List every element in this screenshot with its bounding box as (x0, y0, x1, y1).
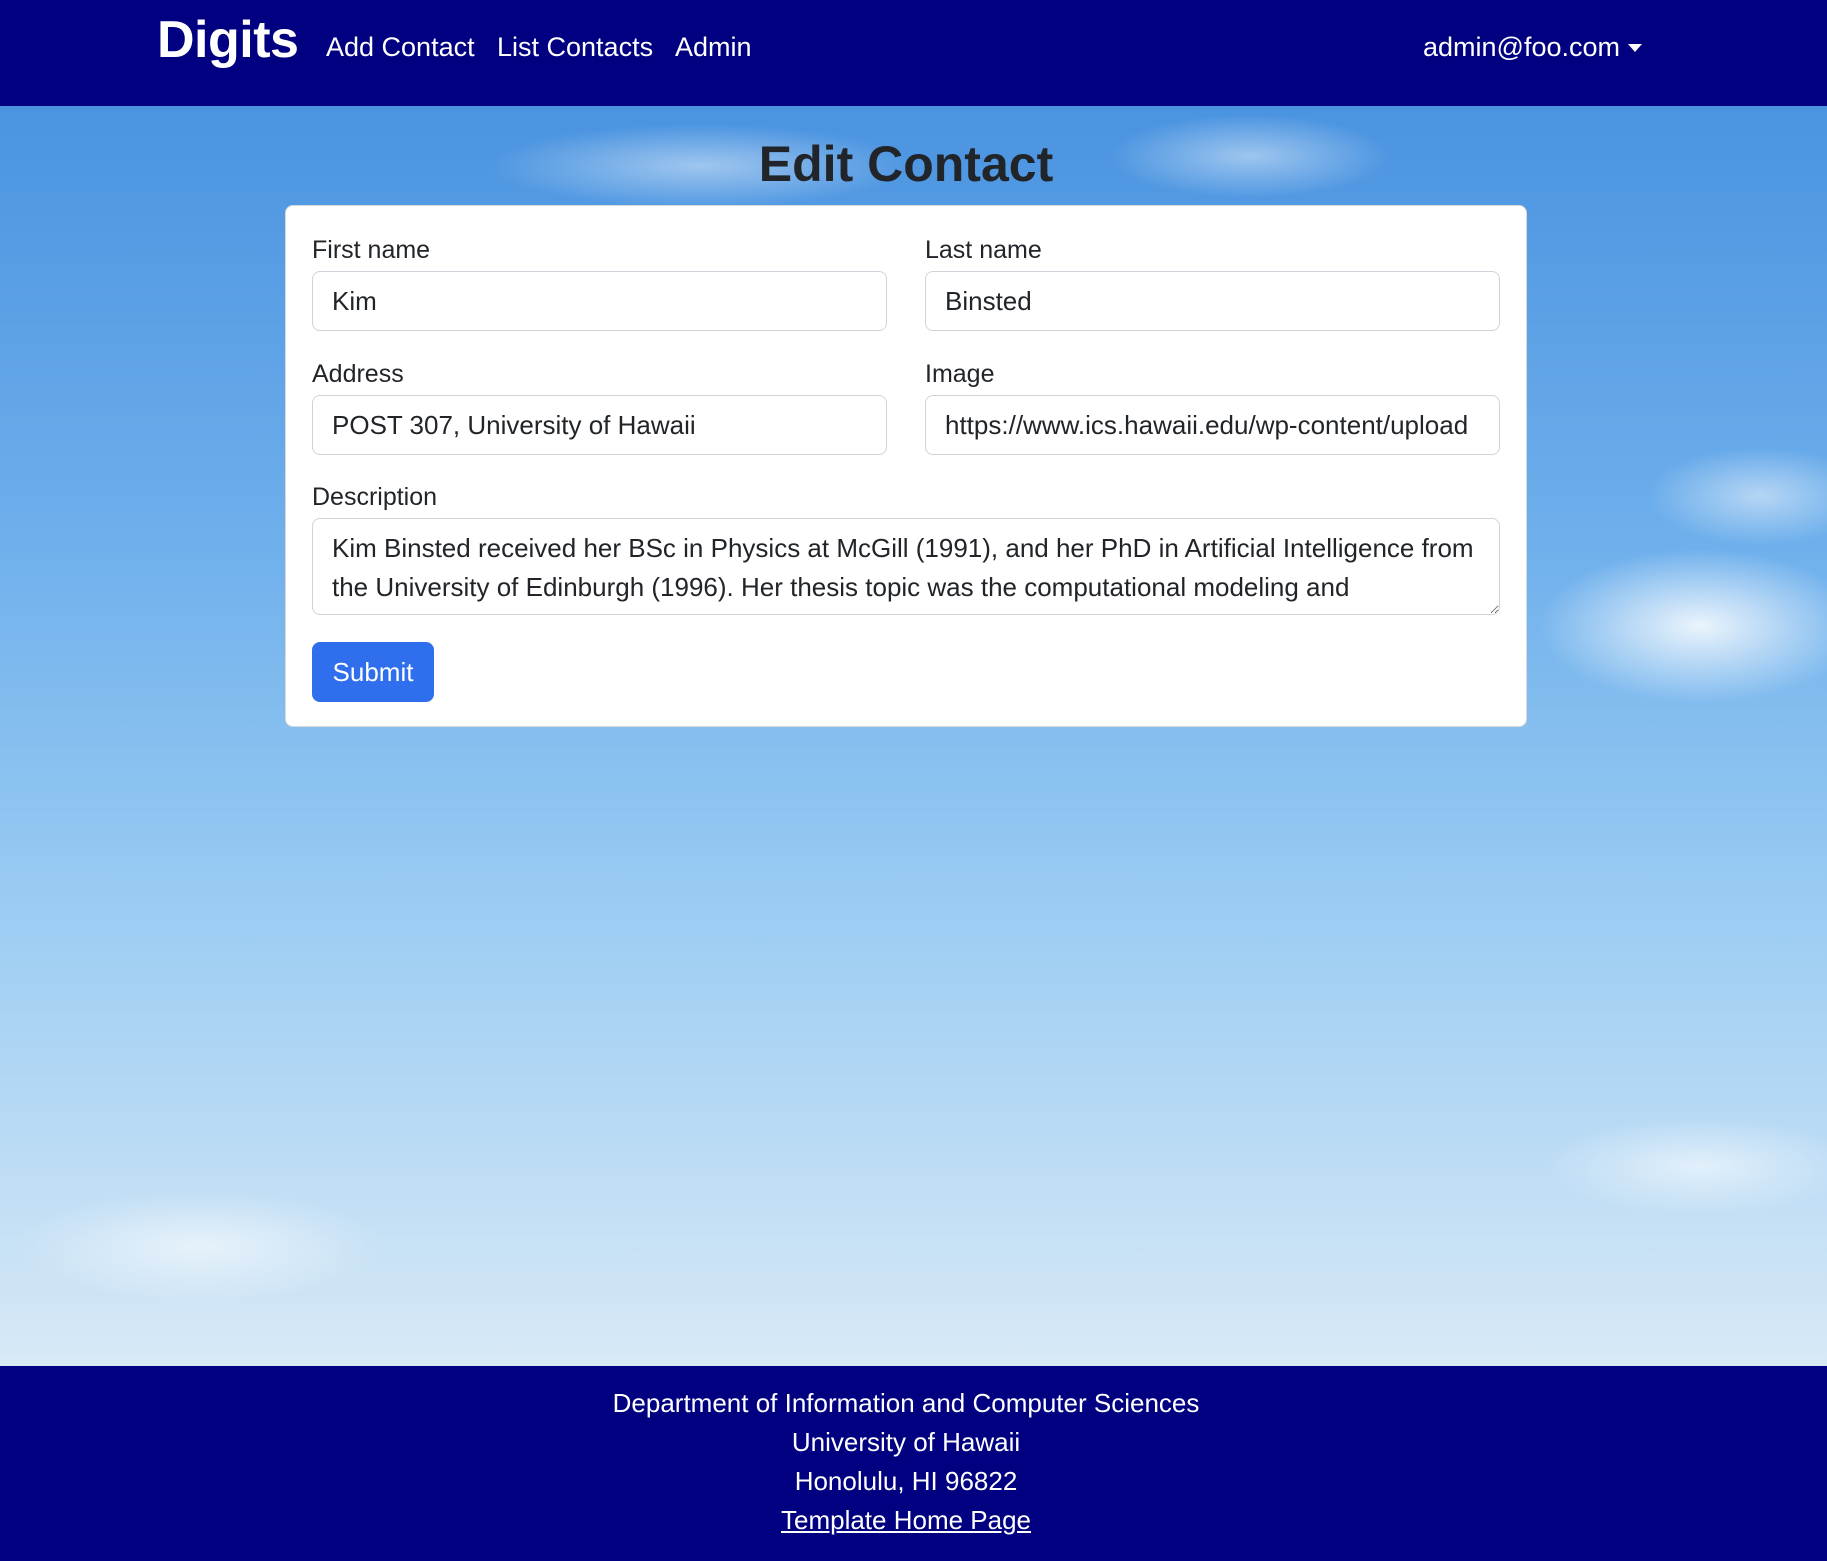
address-input[interactable] (312, 395, 887, 455)
last-name-label: Last name (925, 236, 1042, 264)
template-home-page-link[interactable]: Template Home Page (781, 1505, 1031, 1535)
top-navbar: Digits Add Contact List Contacts Admin a… (0, 0, 1827, 106)
nav-link-admin[interactable]: Admin (675, 32, 752, 63)
address-label: Address (312, 360, 404, 388)
footer-university: University of Hawaii (791, 1427, 1021, 1457)
first-name-label: First name (312, 236, 431, 264)
submit-button[interactable]: Submit (312, 642, 434, 702)
nav-link-add-contact[interactable]: Add Contact (326, 32, 475, 63)
image-label: Image (925, 360, 995, 388)
footer-address: Honolulu, HI 96822 (794, 1466, 1018, 1496)
image-url-input[interactable] (925, 395, 1500, 455)
description-textarea[interactable]: Kim Binsted received her BSc in Physics … (312, 518, 1500, 615)
last-name-input[interactable] (925, 271, 1500, 331)
description-label: Description (312, 483, 438, 511)
nav-link-list-contacts[interactable]: List Contacts (497, 32, 653, 63)
first-name-input[interactable] (312, 271, 887, 331)
user-email: admin@foo.com (1423, 32, 1620, 62)
page-title: Edit Contact (758, 136, 1054, 192)
user-dropdown[interactable]: admin@foo.com (1423, 32, 1642, 63)
brand-logo[interactable]: Digits (157, 10, 299, 70)
footer-department: Department of Information and Computer S… (612, 1388, 1200, 1418)
page-footer: Department of Information and Computer S… (0, 1366, 1827, 1561)
caret-down-icon (1628, 43, 1642, 52)
edit-contact-card: First name Last name Address Image Descr… (285, 205, 1527, 727)
